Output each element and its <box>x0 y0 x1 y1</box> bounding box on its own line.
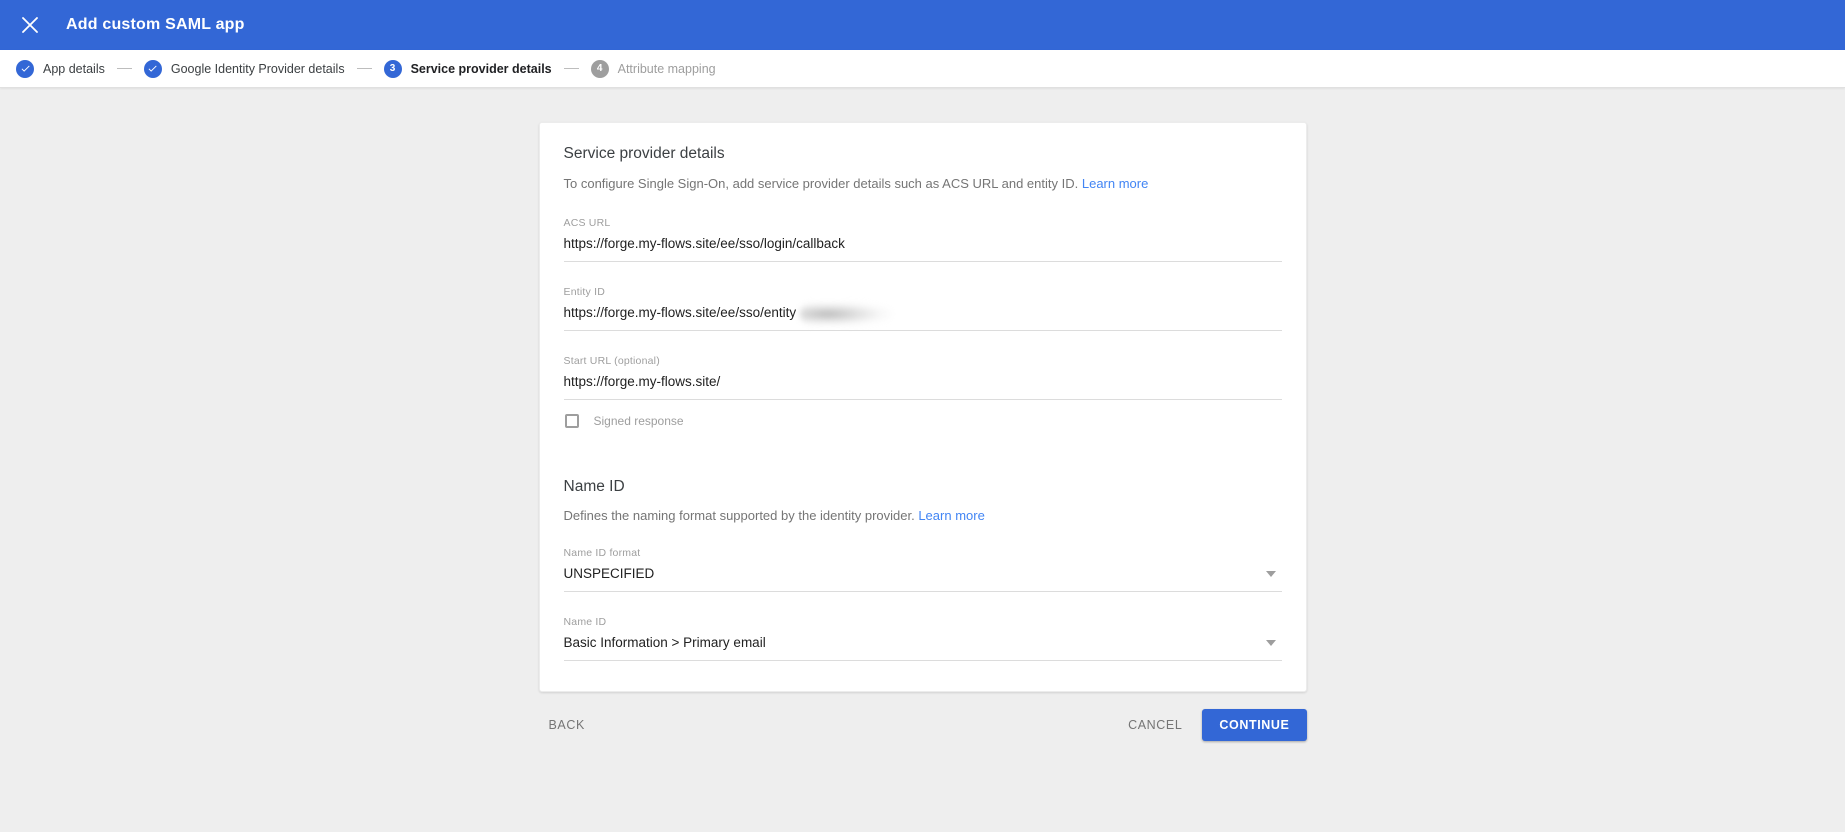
step-label: Attribute mapping <box>617 61 716 76</box>
name-id-format-field: Name ID format UNSPECIFIED <box>563 547 1282 593</box>
name-id-description-text: Defines the naming format supported by t… <box>563 508 915 524</box>
signed-response-label: Signed response <box>593 414 684 429</box>
acs-url-label: ACS URL <box>563 217 611 230</box>
page-content: Service provider details To configure Si… <box>0 88 1845 742</box>
start-url-input[interactable]: https://forge.my-flows.site/ <box>563 374 1282 401</box>
wizard-footer: BACK CANCEL CONTINUE <box>539 709 1307 742</box>
step-attribute-mapping[interactable]: 4 Attribute mapping <box>590 59 716 78</box>
entity-id-input[interactable]: https://forge.my-flows.site/ee/sso/entit… <box>563 301 1282 332</box>
close-icon[interactable] <box>18 13 42 37</box>
entity-id-value: https://forge.my-flows.site/ee/sso/entit… <box>563 305 797 321</box>
footer-right-actions: CANCEL CONTINUE <box>1118 709 1307 742</box>
start-url-value: https://forge.my-flows.site/ <box>563 374 721 390</box>
step-separator <box>116 68 132 69</box>
entity-id-redaction-blur <box>800 301 893 326</box>
step-label: Google Identity Provider details <box>170 61 345 76</box>
start-url-field: Start URL (optional) https://forge.my-fl… <box>563 355 1282 401</box>
entity-id-field: Entity ID https://forge.my-flows.site/ee… <box>563 286 1282 332</box>
service-provider-card: Service provider details To configure Si… <box>538 122 1307 693</box>
step-complete-check-icon <box>16 59 34 78</box>
name-id-format-label: Name ID format <box>563 547 641 560</box>
step-app-details[interactable]: App details <box>16 59 105 78</box>
step-label: App details <box>43 61 105 76</box>
cancel-button[interactable]: CANCEL <box>1118 710 1192 740</box>
name-id-section-title: Name ID <box>563 478 625 496</box>
chevron-down-icon <box>1265 640 1276 647</box>
name-id-format-select[interactable]: UNSPECIFIED <box>563 566 1282 593</box>
name-id-select[interactable]: Basic Information > Primary email <box>563 635 1282 662</box>
name-id-section-description: Defines the naming format supported by t… <box>564 508 1282 523</box>
card-description: To configure Single Sign-On, add service… <box>564 175 1282 193</box>
signed-response-row: Signed response <box>564 414 1282 429</box>
step-service-provider-details[interactable]: 3 Service provider details <box>383 59 552 78</box>
step-number-badge: 4 <box>590 59 609 78</box>
app-bar: Add custom SAML app <box>0 0 1845 50</box>
step-google-idp-details[interactable]: Google Identity Provider details <box>143 59 345 78</box>
step-separator <box>356 68 372 69</box>
acs-url-input[interactable]: https://forge.my-flows.site/ee/sso/login… <box>563 236 1282 263</box>
name-id-learn-more-link[interactable]: Learn more <box>918 508 984 523</box>
step-separator <box>563 68 579 69</box>
back-button[interactable]: BACK <box>539 710 595 740</box>
name-id-field: Name ID Basic Information > Primary emai… <box>563 616 1282 662</box>
name-id-label: Name ID <box>563 616 607 629</box>
step-number-badge: 3 <box>383 59 402 78</box>
name-id-value: Basic Information > Primary email <box>563 635 766 651</box>
dialog-title: Add custom SAML app <box>66 16 245 33</box>
name-id-format-value: UNSPECIFIED <box>563 566 655 582</box>
card-title: Service provider details <box>563 145 725 162</box>
learn-more-link[interactable]: Learn more <box>1082 176 1148 191</box>
wizard-stepper: App details Google Identity Provider det… <box>0 50 1845 88</box>
entity-id-label: Entity ID <box>563 286 605 299</box>
card-description-text: To configure Single Sign-On, add service… <box>563 176 1079 191</box>
acs-url-value: https://forge.my-flows.site/ee/sso/login… <box>563 236 845 252</box>
continue-button[interactable]: CONTINUE <box>1202 709 1307 742</box>
step-complete-check-icon <box>143 59 162 78</box>
step-label: Service provider details <box>410 61 552 76</box>
acs-url-field: ACS URL https://forge.my-flows.site/ee/s… <box>563 217 1282 263</box>
chevron-down-icon <box>1265 571 1276 578</box>
start-url-label: Start URL (optional) <box>563 355 660 368</box>
signed-response-checkbox[interactable] <box>564 414 579 429</box>
